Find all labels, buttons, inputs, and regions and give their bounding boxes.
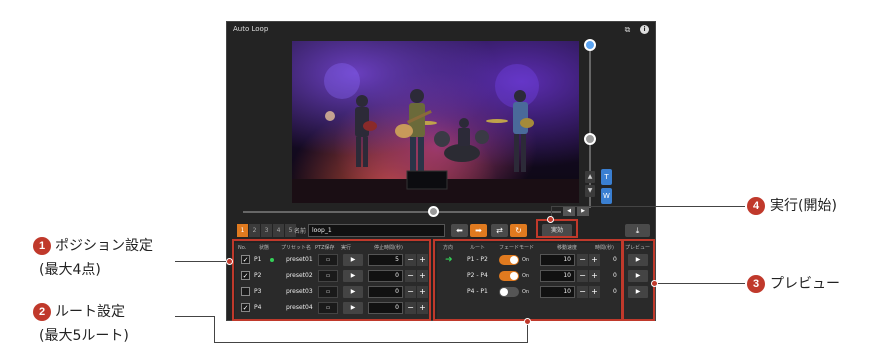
highlight-positions bbox=[232, 239, 431, 321]
name-label: 名前 bbox=[294, 228, 307, 235]
loop-tab-4[interactable]: 4 bbox=[273, 224, 284, 237]
annotation-badge-1: 1 bbox=[33, 237, 51, 255]
leader-dot-1 bbox=[226, 258, 233, 265]
zoom-wide-button[interactable]: W bbox=[601, 188, 612, 204]
arrow-right-icon[interactable]: ➡ bbox=[470, 224, 487, 237]
annotation-3-text: プレビュー bbox=[770, 276, 840, 292]
chevron-right-icon[interactable]: ▶ bbox=[577, 207, 589, 216]
leader-line-2c bbox=[214, 342, 528, 343]
chevron-up-icon[interactable]: ▲ bbox=[585, 171, 595, 183]
annotation-badge-2: 2 bbox=[33, 303, 51, 321]
leader-line-3 bbox=[656, 283, 745, 284]
window-title: Auto Loop bbox=[233, 25, 269, 33]
loop-toolbar: 1 2 3 4 5 名前 loop_1 ⬅ ➡ ⇄ ↻ 実効 ⤓ bbox=[227, 223, 657, 239]
pan-slider-knob[interactable] bbox=[428, 206, 439, 217]
info-icon[interactable]: i bbox=[640, 25, 649, 34]
highlight-execute bbox=[536, 219, 578, 238]
annotation-2-line2: (最大5ルート) bbox=[39, 328, 129, 344]
zoom-tele-button[interactable]: T bbox=[601, 169, 612, 185]
loop-tab-1[interactable]: 1 bbox=[237, 224, 248, 237]
loop-name-input[interactable]: loop_1 bbox=[308, 224, 445, 237]
leader-line-4a bbox=[551, 206, 745, 207]
stage: Auto Loop ⧉ i ▲ ▼ T W ◀ ▶ 1 2 3 4 5 名前 l… bbox=[0, 0, 880, 362]
leader-line-2a bbox=[175, 316, 215, 317]
zoom-slider-knob[interactable] bbox=[584, 39, 596, 51]
download-icon[interactable]: ⤓ bbox=[625, 224, 650, 237]
annotation-4-text: 実行(開始) bbox=[770, 198, 837, 214]
loop-icon[interactable]: ↻ bbox=[510, 224, 527, 237]
highlight-preview bbox=[622, 239, 655, 321]
layers-icon[interactable]: ⧉ bbox=[623, 25, 632, 34]
pan-slider-track[interactable] bbox=[243, 211, 561, 213]
highlight-routes bbox=[433, 239, 623, 321]
annotation-badge-3: 3 bbox=[747, 275, 765, 293]
leader-dot-2 bbox=[524, 318, 531, 325]
swap-icon[interactable]: ⇄ bbox=[491, 224, 508, 237]
leader-dot-3 bbox=[651, 280, 658, 287]
chevron-left-icon[interactable]: ◀ bbox=[563, 207, 575, 216]
annotation-1-line2: (最大4点) bbox=[39, 262, 101, 278]
leader-line-1 bbox=[175, 261, 229, 262]
leader-line-2d bbox=[527, 323, 528, 343]
annotation-badge-4: 4 bbox=[747, 197, 765, 215]
annotation-1-line1: ポジション設定 bbox=[55, 238, 153, 254]
leader-dot-4 bbox=[547, 216, 554, 223]
camera-preview bbox=[292, 41, 579, 203]
arrow-left-icon[interactable]: ⬅ bbox=[451, 224, 468, 237]
loop-tab-2[interactable]: 2 bbox=[249, 224, 260, 237]
leader-line-2b bbox=[214, 316, 215, 343]
focus-slider-knob[interactable] bbox=[584, 133, 596, 145]
loop-tab-3[interactable]: 3 bbox=[261, 224, 272, 237]
annotation-2-line1: ルート設定 bbox=[55, 304, 125, 320]
chevron-down-icon[interactable]: ▼ bbox=[585, 185, 595, 197]
